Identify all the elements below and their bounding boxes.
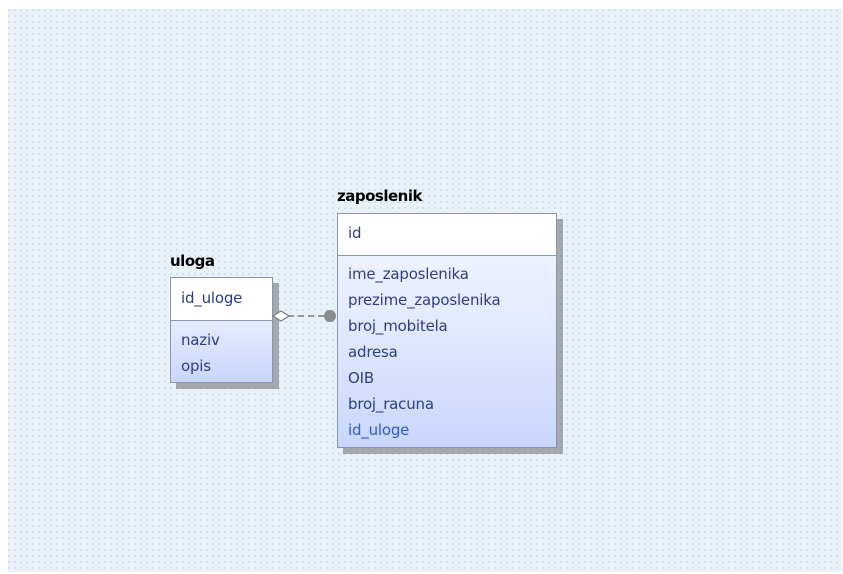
zero-or-one-diamond-icon <box>271 310 291 322</box>
relationship-connector[interactable] <box>0 0 843 574</box>
many-end-dot-icon <box>324 310 336 322</box>
